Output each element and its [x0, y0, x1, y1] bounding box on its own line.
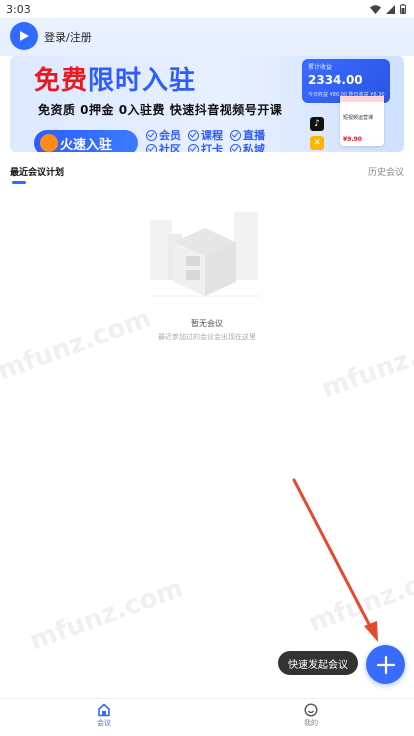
check-icon	[230, 143, 241, 152]
perk-item: 课程	[188, 128, 230, 142]
perk-item: 直播	[230, 128, 272, 142]
nav-mine[interactable]: 我的	[281, 703, 341, 728]
perk-item: 私域	[230, 142, 272, 152]
course-card-price: ¥9.90	[343, 136, 362, 143]
tab-history-meetings[interactable]: 历史会议	[368, 165, 404, 178]
meeting-tabs: 最近会议计划 历史会议	[0, 158, 414, 184]
earnings-label: 累计收益	[308, 64, 333, 71]
watermark: mfunz.com	[25, 573, 188, 657]
status-icons	[370, 4, 406, 14]
perk-item: 会员	[146, 128, 188, 142]
perk-label: 打卡	[201, 143, 223, 152]
plus-icon	[376, 655, 395, 674]
nav-meeting[interactable]: 会议	[74, 703, 134, 728]
nav-meeting-label: 会议	[97, 719, 111, 727]
active-tab-indicator	[12, 181, 26, 184]
banner-title-red: 免费	[34, 66, 89, 96]
course-card: 短视频运营课 ¥9.90	[340, 96, 384, 146]
login-register-link[interactable]: 登录/注册	[44, 29, 92, 45]
banner-subtitle: 免资质 0押金 0入驻费 快速抖音视频号开课	[38, 103, 283, 117]
promo-banner[interactable]: 免费限时入驻 免资质 0押金 0入驻费 快速抖音视频号开课 火速入驻 会员 课程…	[10, 56, 404, 152]
banner-title: 免费限时入驻	[34, 60, 196, 97]
battery-icon	[400, 4, 406, 14]
perk-item: 打卡	[188, 142, 230, 152]
signal-icon	[386, 4, 395, 14]
channels-icon: ✕	[310, 136, 324, 150]
quick-start-tooltip: 快速发起会议	[278, 651, 358, 675]
watermark: mfunz.com	[0, 303, 156, 387]
app-logo[interactable]	[10, 22, 38, 50]
earnings-amount: 2334.00	[308, 73, 363, 87]
empty-box-illustration	[150, 212, 260, 297]
check-icon	[146, 143, 157, 152]
watermark: mfunz.com	[304, 555, 414, 639]
new-meeting-button[interactable]	[366, 645, 405, 684]
check-icon	[146, 129, 157, 141]
status-time: 3:03	[6, 2, 31, 16]
join-now-button[interactable]: 火速入驻	[34, 130, 138, 152]
perk-item: 社区	[146, 142, 188, 152]
empty-state-title: 暂无会议	[191, 319, 223, 328]
check-icon	[188, 143, 199, 152]
banner-title-blue: 限时入驻	[88, 66, 197, 96]
course-card-tag	[340, 96, 384, 102]
tiktok-icon: ♪	[310, 117, 324, 131]
join-now-label: 火速入驻	[60, 137, 113, 153]
check-icon	[230, 129, 241, 141]
top-header: 登录/注册	[0, 18, 414, 56]
tab-recent-meetings[interactable]: 最近会议计划	[10, 165, 64, 178]
course-card-title: 短视频运营课	[343, 115, 374, 121]
home-icon	[98, 703, 110, 717]
status-bar: 3:03	[0, 0, 414, 18]
flame-icon	[40, 134, 58, 152]
perk-label: 社区	[159, 143, 181, 152]
play-logo-icon	[20, 31, 29, 41]
check-icon	[188, 129, 199, 141]
bottom-nav: 会议 我的	[0, 698, 414, 736]
perk-list: 会员 课程 直播 社区 打卡 私域	[146, 128, 272, 152]
perk-label: 私域	[243, 143, 265, 152]
wifi-icon	[370, 4, 381, 14]
nav-mine-label: 我的	[304, 719, 318, 727]
app-screen: 3:03 登录/注册 免费限时入驻 免资质 0押金 0入驻费 快速抖音视频号开课…	[0, 0, 414, 736]
smiley-icon	[304, 703, 318, 717]
